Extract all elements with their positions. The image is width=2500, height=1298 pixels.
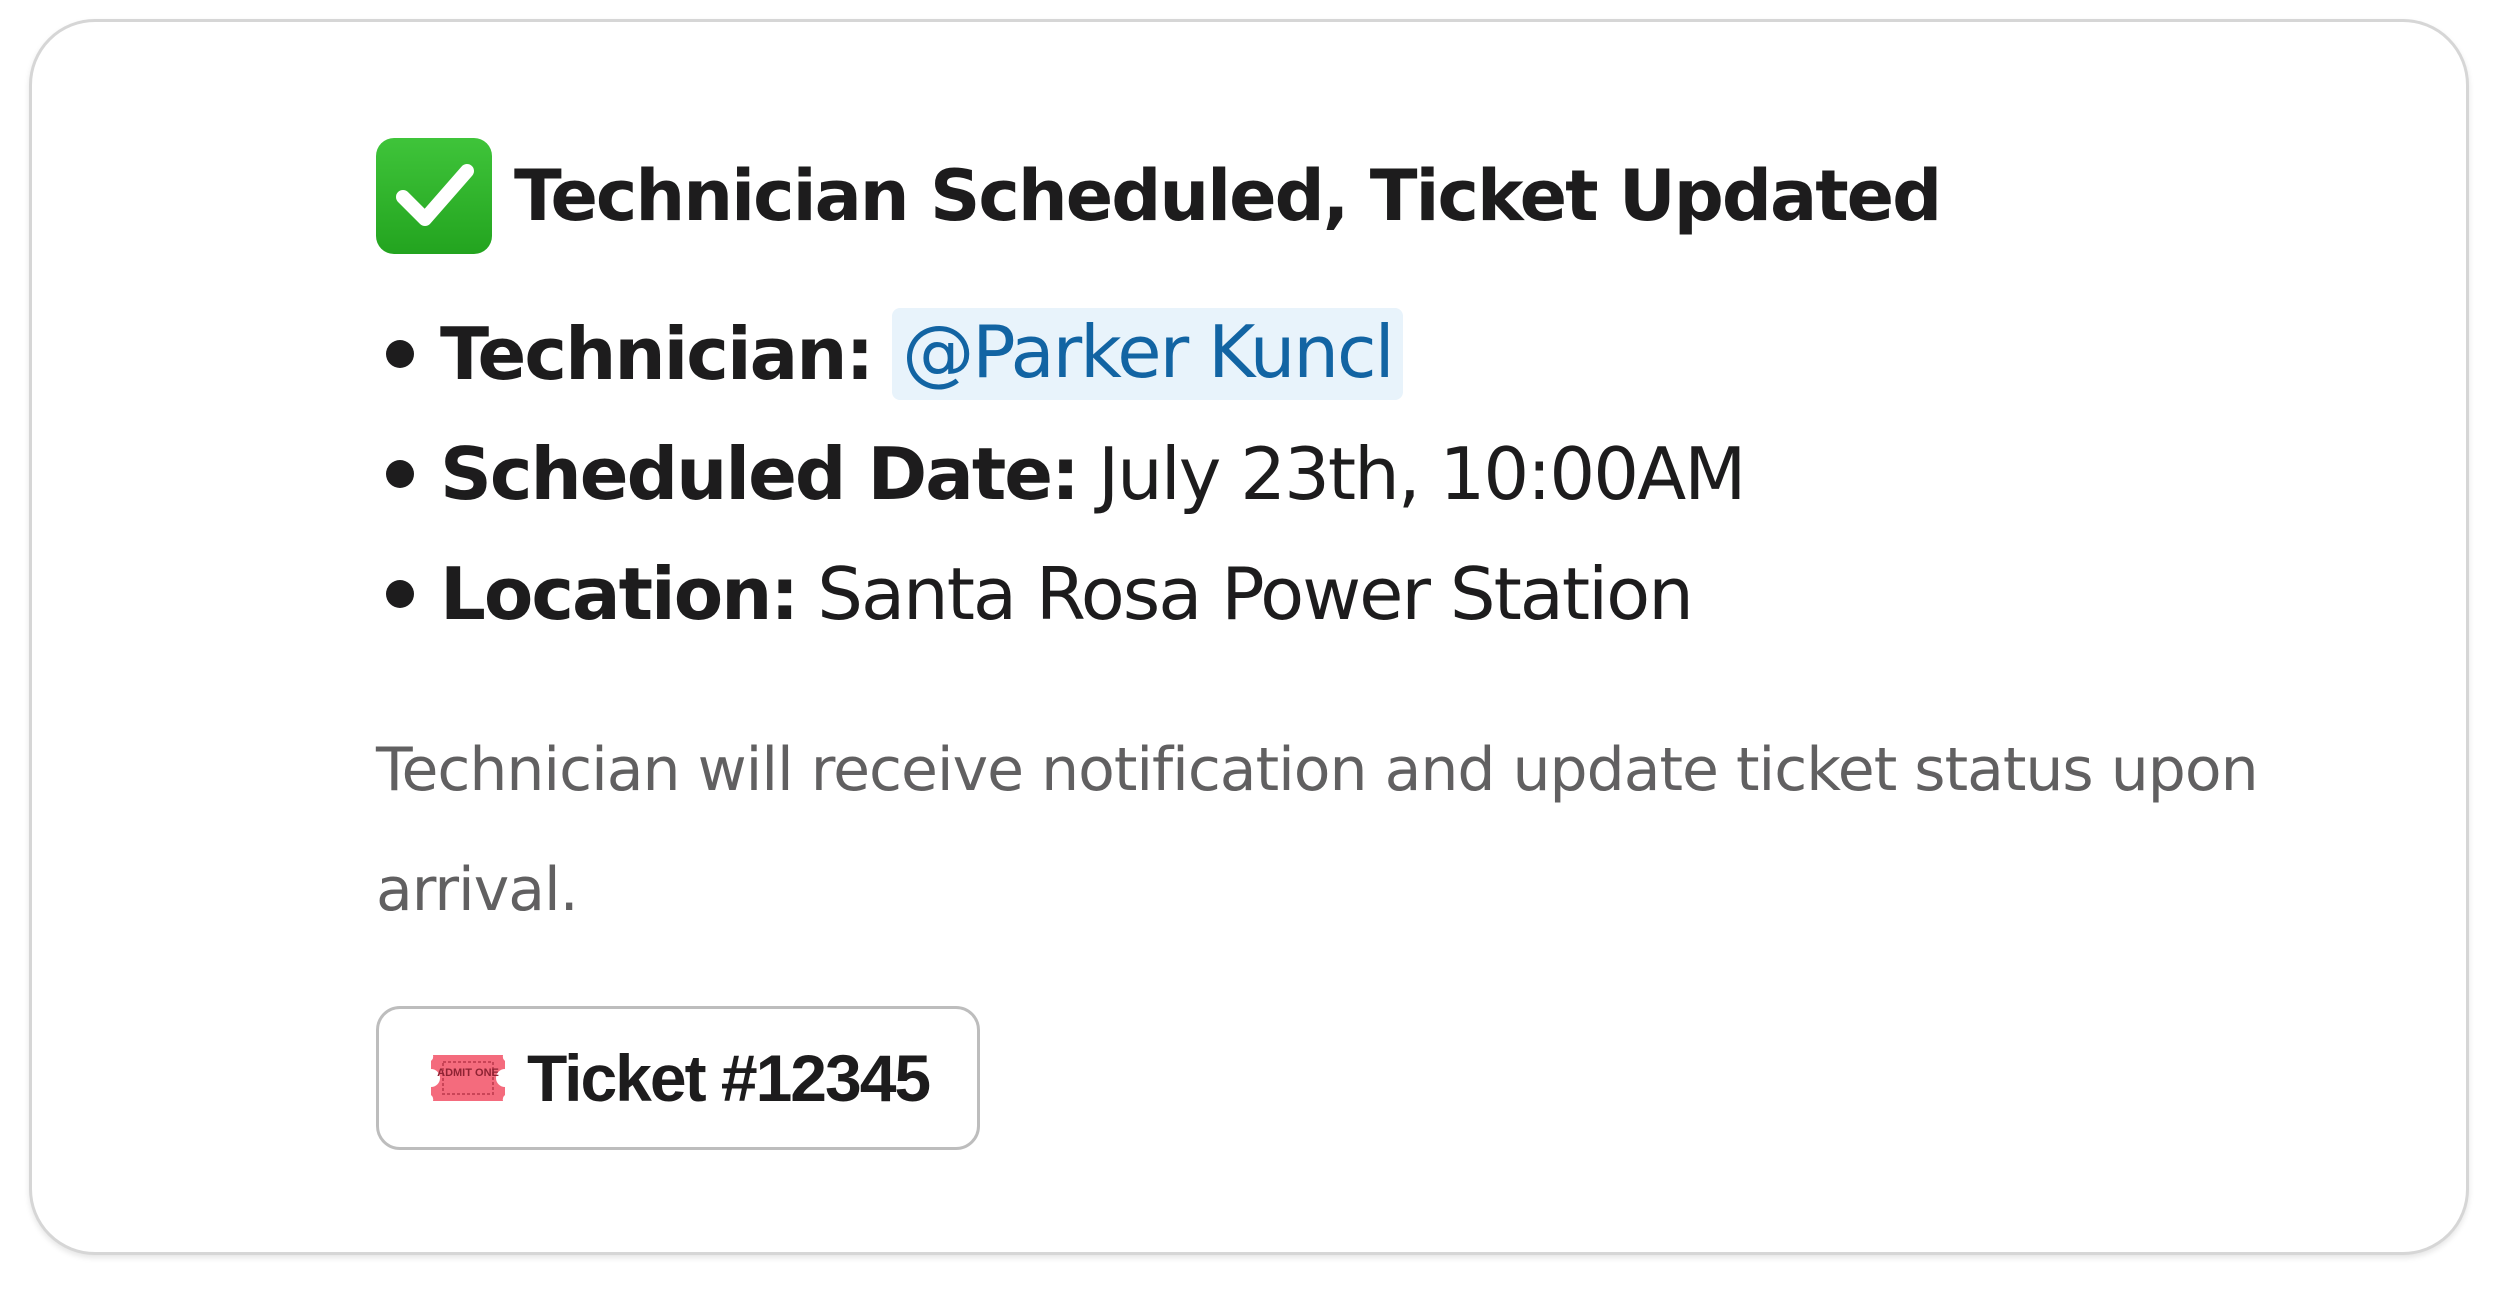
technician-label: Technician: <box>440 312 874 396</box>
scheduled-date-label: Scheduled Date: <box>440 432 1080 516</box>
details-list: Technician: @Parker Kuncl Scheduled Date… <box>376 294 2386 654</box>
bullet <box>386 580 414 608</box>
ticket-button[interactable]: ADMIT ONE Ticket #12345 <box>376 1006 981 1150</box>
scheduled-date-value: July 23th, 10:00AM <box>1097 432 1746 516</box>
technician-mention[interactable]: @Parker Kuncl <box>892 308 1403 400</box>
ticket-icon-text: ADMIT ONE <box>437 1067 499 1079</box>
message-content: Technician Scheduled, Ticket Updated Tec… <box>376 134 2386 1150</box>
ticket-button-label: Ticket #12345 <box>527 1041 931 1115</box>
location-label: Location: <box>440 552 799 636</box>
detail-technician: Technician: @Parker Kuncl <box>376 294 2386 414</box>
bullet <box>386 340 414 368</box>
message-title: Technician Scheduled, Ticket Updated <box>514 155 1942 237</box>
admission-ticket-icon: ADMIT ONE <box>427 1051 509 1105</box>
message-header: Technician Scheduled, Ticket Updated <box>376 134 2386 258</box>
message-card: Technician Scheduled, Ticket Updated Tec… <box>29 19 2469 1255</box>
notification-note: Technician will receive notification and… <box>376 735 2259 925</box>
location-value: Santa Rosa Power Station <box>817 552 1694 636</box>
detail-location: Location: Santa Rosa Power Station <box>376 534 2386 654</box>
bullet <box>386 460 414 488</box>
detail-scheduled-date: Scheduled Date: July 23th, 10:00AM <box>376 414 2386 534</box>
check-mark-button-icon <box>376 138 492 254</box>
